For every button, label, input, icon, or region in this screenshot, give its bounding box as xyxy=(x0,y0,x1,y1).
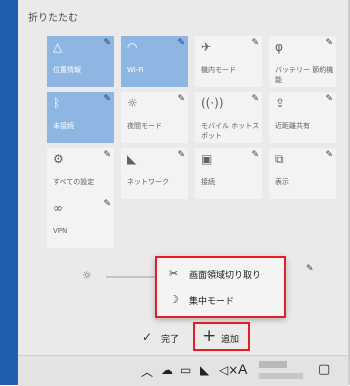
location-icon: △ xyxy=(53,40,63,54)
unpin-icon[interactable]: ✎ xyxy=(251,150,259,160)
tile-label: モバイル ホットスポット xyxy=(201,122,260,140)
unpin-icon[interactable]: ✎ xyxy=(103,150,111,160)
tile-label: Wi-Fi xyxy=(127,66,144,74)
unpin-icon[interactable]: ✎ xyxy=(103,199,111,209)
snip-icon: ✂ xyxy=(169,267,179,280)
chevron-up-icon[interactable]: ︿ xyxy=(141,363,153,380)
settings-icon: ⚙ xyxy=(53,152,64,166)
tile-label: 表示 xyxy=(275,178,289,186)
tile-label: ネットワーク xyxy=(127,178,169,186)
unpin-icon[interactable]: ✎ xyxy=(325,38,333,48)
unpin-icon[interactable]: ✎ xyxy=(325,150,333,160)
tile-label: 未接続 xyxy=(53,122,74,130)
plus-icon: + xyxy=(202,326,217,346)
tile-project[interactable]: ⧉ ✎ 表示 xyxy=(269,148,336,199)
speaker-muted-icon[interactable]: ◁× xyxy=(219,363,238,377)
airplane-icon: ✈ xyxy=(201,40,212,54)
tile-battery-saver[interactable]: φ ✎ バッテリー 節約機能 xyxy=(269,36,336,87)
brightness-track[interactable] xyxy=(106,276,160,278)
tile-night-light[interactable]: ☼ ✎ 夜間モード xyxy=(121,92,188,143)
vpn-icon: ∞ xyxy=(53,201,63,215)
brightness-slider[interactable]: ☼ xyxy=(76,268,160,286)
tile-label: 接続 xyxy=(201,178,215,186)
tile-label: 夜間モード xyxy=(127,122,162,130)
connect-icon: ▣ xyxy=(201,152,213,166)
tile-network[interactable]: ◣ ✎ ネットワーク xyxy=(121,148,188,199)
desktop-accent-strip xyxy=(0,0,18,385)
cloud-icon[interactable]: ☁ xyxy=(161,363,173,377)
tile-airplane[interactable]: ✈ ✎ 機内モード xyxy=(195,36,262,87)
menu-item-focus-assist[interactable]: ☽ 集中モード xyxy=(169,291,287,309)
collapse-link[interactable]: 折りたたむ xyxy=(28,9,78,24)
tile-location[interactable]: △ ✎ 位置情報 xyxy=(47,36,114,87)
menu-item-label: 画面領域切り取り xyxy=(189,271,262,281)
taskbar: ︿ ☁ ▭ ◣ ◁× A ▢ xyxy=(18,355,348,386)
add-button[interactable]: + 追加 xyxy=(193,322,250,351)
wifi-icon: ◠ xyxy=(127,40,138,54)
clock-time-blurred[interactable] xyxy=(259,361,287,368)
tile-label: バッテリー 節約機能 xyxy=(275,66,334,84)
menu-item-snip[interactable]: ✂ 画面領域切り取り xyxy=(169,265,287,283)
project-icon: ⧉ xyxy=(275,152,284,166)
tile-connect[interactable]: ▣ ✎ 接続 xyxy=(195,148,262,199)
battery-icon[interactable]: ▭ xyxy=(180,363,191,377)
unpin-icon[interactable]: ✎ xyxy=(177,94,185,104)
unpin-icon[interactable]: ✎ xyxy=(251,38,259,48)
tile-label: 近距離共有 xyxy=(275,122,310,130)
tile-wifi[interactable]: ◠ ✎ Wi-Fi xyxy=(121,36,188,87)
clock-date-blurred xyxy=(259,373,303,379)
notification-center-icon[interactable]: ▢ xyxy=(318,362,330,377)
add-quick-action-menu: ✂ 画面領域切り取り ☽ 集中モード xyxy=(155,256,286,318)
tile-settings[interactable]: ⚙ ✎ すべての設定 xyxy=(47,148,114,199)
night-light-icon: ☼ xyxy=(127,96,138,110)
tile-label: 位置情報 xyxy=(53,66,81,74)
tile-vpn[interactable]: ∞ ✎ VPN xyxy=(47,197,114,248)
brightness-icon: ☼ xyxy=(82,269,92,282)
focus-assist-icon: ☽ xyxy=(169,293,179,306)
unpin-icon[interactable]: ✎ xyxy=(177,38,185,48)
unpin-icon[interactable]: ✎ xyxy=(103,94,111,104)
done-label: 完了 xyxy=(161,335,180,345)
battery-saver-icon: φ xyxy=(275,40,283,54)
unpin-icon[interactable]: ✎ xyxy=(177,150,185,160)
input-indicator[interactable]: A xyxy=(238,361,247,377)
unpin-icon[interactable]: ✎ xyxy=(103,38,111,48)
menu-item-label: 集中モード xyxy=(189,297,235,307)
hotspot-icon: ((·)) xyxy=(201,96,224,110)
nearby-share-icon: ⇪ xyxy=(275,96,286,110)
network-status-icon[interactable]: ◣ xyxy=(200,363,209,377)
add-label: 追加 xyxy=(221,335,240,345)
tile-nearby-share[interactable]: ⇪ ✎ 近距離共有 xyxy=(269,92,336,143)
unpin-icon[interactable]: ✎ xyxy=(306,264,314,274)
unpin-icon[interactable]: ✎ xyxy=(325,94,333,104)
tile-hotspot[interactable]: ((·)) ✎ モバイル ホットスポット xyxy=(195,92,262,143)
unpin-icon[interactable]: ✎ xyxy=(251,94,259,104)
bluetooth-icon: ᛒ xyxy=(53,96,61,110)
checkmark-icon: ✓ xyxy=(142,330,153,344)
tile-bluetooth[interactable]: ᛒ ✎ 未接続 xyxy=(47,92,114,143)
tile-label: 機内モード xyxy=(201,66,236,74)
tile-label: VPN xyxy=(53,227,68,235)
tile-label: すべての設定 xyxy=(53,178,95,186)
network-icon: ◣ xyxy=(127,152,137,166)
